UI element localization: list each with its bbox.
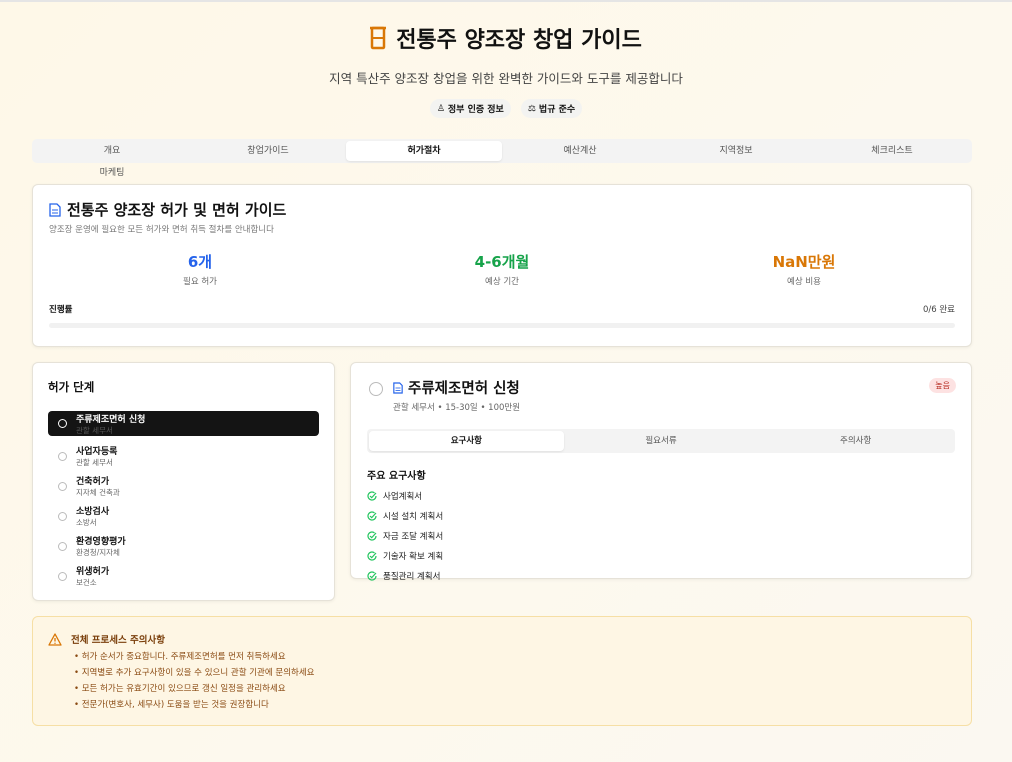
step-status-icon [58,419,67,428]
main-tabs: 개요 창업가이드 허가절차 예산계산 지역정보 체크리스트 [32,139,972,163]
tab-marketing[interactable]: 마케팅 [32,165,192,178]
steps-title: 허가 단계 [48,380,95,394]
stat-value: NaN만원 [772,253,836,271]
page-title: 전통주 양조장 창업 가이드 [370,22,642,54]
tab-region[interactable]: 지역정보 [658,141,814,161]
requirement-text: 사업계획서 [383,492,423,502]
requirement-text: 기술자 확보 계획 [383,552,444,562]
step-agency: 보건소 [76,578,97,587]
permit-detail-card: 주류제조면허 신청 관할 세무서 • 15-30일 • 100만원 높음 요구사… [350,362,972,582]
scale-icon: ⚖ [527,103,536,114]
warning-item: • 지역별로 추가 요구사항이 있을 수 있으니 관할 기관에 문의하세요 [74,668,315,678]
title-text: 전통주 양조장 창업 가이드 [396,28,642,53]
step-status-icon [58,481,67,491]
warning-item: • 허가 순서가 중요합니다. 주류제조면허를 먼저 취득하세요 [74,652,286,662]
requirement-text: 시설 설치 계획서 [383,512,444,522]
requirements-title: 주요 요구사항 [367,471,426,482]
detail-tabs: 요구사항 필요서류 주의사항 [367,429,955,453]
requirement-item: 자금 조달 계획서 [367,530,955,542]
step-name: 환경영향평가 [76,537,126,547]
requirement-item: 시설 설치 계획서 [367,510,955,522]
warning-item: • 전문가(변호사, 세무사) 도움을 받는 것을 권장합니다 [74,700,269,710]
progress-text: 0/6 완료 [922,305,955,315]
check-circle-icon [367,491,377,501]
step-name: 사업자등록 [76,447,118,457]
tab-budget[interactable]: 예산계산 [502,141,658,161]
badge-law: ⚖ 법규 준수 [520,99,583,118]
permit-step[interactable]: 건축허가 지자체 건축과 [48,471,319,501]
requirement-item: 품질관리 계획서 [367,570,955,582]
priority-badge: 높음 [929,378,956,393]
stat-label: 예상 기간 [485,277,519,287]
permit-step[interactable]: 위생허가 보건소 [48,561,319,591]
badge-label: 법규 준수 [538,105,576,115]
stat-permits: 6개필요 허가 [49,251,351,287]
page-subtitle: 지역 특산주 양조장 창업을 위한 완벽한 가이드와 도구를 제공합니다 [329,71,683,86]
warning-icon [48,632,62,646]
permit-step[interactable]: 환경영향평가 환경청/지자체 [48,531,319,561]
stat-value: 4-6개월 [474,253,530,271]
step-status-icon [58,511,67,521]
step-agency: 관할 세무서 [76,425,113,435]
step-name: 위생허가 [76,567,110,577]
step-status-icon [58,541,67,551]
detail-meta: 관할 세무서 • 15-30일 • 100만원 [393,403,521,413]
document-icon [393,381,403,394]
warning-item: • 모든 허가는 유효기간이 있으므로 갱신 일정을 관리하세요 [74,684,286,694]
requirement-item: 사업계획서 [367,490,955,502]
progress-bar [49,323,955,328]
step-agency: 지자체 건축과 [76,488,120,497]
warning-title: 전체 프로세스 주의사항 [71,635,166,646]
award-icon: ♙ [436,103,445,114]
tab-permits[interactable]: 허가절차 [346,141,502,161]
document-icon [49,202,61,217]
overview-card: 전통주 양조장 허가 및 면허 가이드 양조장 운영에 필요한 모든 허가와 면… [32,184,972,347]
stat-cost: NaN만원예상 비용 [653,251,955,287]
tab-startup-guide[interactable]: 창업가이드 [190,141,346,161]
tab-requirements[interactable]: 요구사항 [369,431,564,451]
step-status-icon [58,571,67,581]
detail-title: 주류제조면허 신청 [408,381,520,397]
tab-documents[interactable]: 필요서류 [564,431,759,451]
tab-checklist[interactable]: 체크리스트 [814,141,970,161]
requirement-item: 기술자 확보 계획 [367,550,955,562]
requirement-text: 자금 조달 계획서 [383,532,444,542]
check-circle-icon [367,551,377,561]
step-agency: 환경청/지자체 [76,548,120,557]
stat-value: 6개 [187,253,213,271]
stat-duration: 4-6개월예상 기간 [351,251,653,287]
glass-icon [370,26,387,50]
badge-gov-cert: ♙ 정부 인증 정보 [429,99,511,118]
page-header: 전통주 양조장 창업 가이드 지역 특산주 양조장 창업을 위한 완벽한 가이드… [0,22,1012,118]
complete-checkbox[interactable] [369,382,383,396]
permit-step[interactable]: 주류제조면허 신청 관할 세무서 [48,411,319,436]
warning-box: 전체 프로세스 주의사항 • 허가 순서가 중요합니다. 주류제조면허를 먼저 … [32,616,972,726]
tab-overview[interactable]: 개요 [34,141,190,161]
check-circle-icon [367,511,377,521]
progress-label: 진행률 [49,305,73,315]
step-name: 건축허가 [76,477,110,487]
step-name: 주류제조면허 신청 [76,414,146,425]
stat-label: 예상 비용 [787,277,821,287]
check-circle-icon [367,571,377,581]
step-status-icon [58,451,67,461]
badge-label: 정부 인증 정보 [447,105,504,115]
step-agency: 관할 세무서 [76,458,113,467]
step-name: 소방검사 [76,507,110,517]
steps-panel: 허가 단계 주류제조면허 신청 관할 세무서 사업자등록 관할 세무서 건축허가 지자체 … [32,362,335,601]
permit-step[interactable]: 사업자등록 관할 세무서 [48,441,319,471]
check-circle-icon [367,531,377,541]
tab-cautions[interactable]: 주의사항 [758,431,953,451]
requirement-text: 품질관리 계획서 [383,572,441,582]
permit-step[interactable]: 소방검사 소방서 [48,501,319,531]
overview-title: 전통주 양조장 허가 및 면허 가이드 [67,201,287,219]
step-agency: 소방서 [76,518,97,527]
overview-desc: 양조장 운영에 필요한 모든 허가와 면허 취득 절차를 안내합니다 [49,225,274,235]
stat-label: 필요 허가 [183,277,217,287]
